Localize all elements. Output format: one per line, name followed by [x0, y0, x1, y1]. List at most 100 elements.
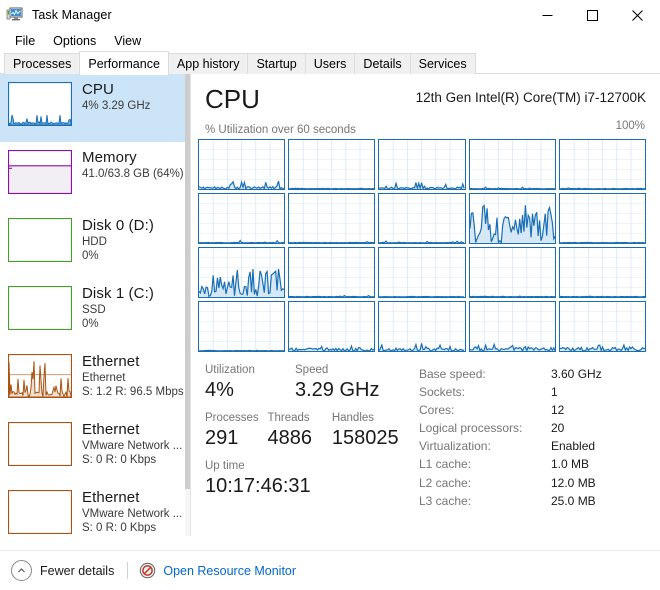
cpu-core-graph[interactable] [378, 193, 466, 244]
tab-performance[interactable]: Performance [79, 51, 169, 75]
cpu-core-graph[interactable] [558, 247, 646, 298]
sidebar-item-detail-1: VMware Network ... [82, 440, 183, 453]
stat-row-1: Utilization 4% Speed 3.29 GHz [205, 363, 417, 403]
window-title: Task Manager [32, 8, 112, 22]
open-resource-monitor-link[interactable]: Open Resource Monitor [163, 564, 296, 578]
sidebar-item-detail-2: S: 0 R: 0 Kbps [82, 453, 157, 466]
resource-monitor-icon[interactable] [139, 562, 156, 579]
close-button[interactable] [615, 0, 660, 30]
cpu-detail-label: Base speed: [419, 367, 486, 381]
sidebar-thumbnail-graph [8, 286, 72, 330]
cpu-core-graph[interactable] [468, 139, 556, 190]
stat-handles-value: 158025 [331, 427, 399, 449]
cpu-panel: CPU 12th Gen Intel(R) Core(TM) i7-12700K… [191, 74, 660, 536]
fewer-details-button[interactable]: Fewer details [40, 564, 114, 578]
sidebar-item-detail-1: VMware Network ... [82, 508, 183, 521]
cpu-core-graph[interactable] [198, 139, 286, 190]
tab-services[interactable]: Services [409, 53, 476, 74]
tab-processes[interactable]: Processes [4, 53, 81, 74]
sidebar-item-text: Ethernet VMware Network ... S: 0 R: 0 Kbps [82, 489, 183, 534]
footer-separator [127, 562, 129, 579]
cpu-core-graph[interactable] [468, 193, 556, 244]
cpu-core-graph[interactable] [558, 139, 646, 190]
stat-speed-label: Speed [295, 364, 329, 376]
cpu-core-graph[interactable] [288, 247, 376, 298]
stat-processes-value: 291 [205, 427, 239, 449]
logical-processor-graphs[interactable] [198, 139, 646, 352]
cpu-core-graph[interactable] [468, 247, 556, 298]
sidebar-item-text: Disk 1 (C:) SSD 0% [82, 285, 154, 330]
sidebar-item-label: Disk 1 (C:) [82, 285, 154, 302]
cpu-core-graph[interactable] [558, 301, 646, 352]
maximize-button[interactable] [570, 0, 615, 30]
cpu-core-graph[interactable] [378, 247, 466, 298]
cpu-detail-value: 1 [551, 385, 558, 400]
cpu-model-label: 12th Gen Intel(R) Core(TM) i7-12700K [415, 90, 646, 105]
sidebar-item-ethernet[interactable]: Ethernet Ethernet S: 1.2 R: 96.5 Mbps [0, 346, 190, 414]
cpu-header: CPU 12th Gen Intel(R) Core(TM) i7-12700K [191, 74, 660, 120]
cpu-detail-value: 3.60 GHz [551, 367, 602, 381]
graph-axis-caption: % Utilization over 60 seconds [205, 124, 356, 136]
menu-file[interactable]: File [7, 32, 43, 50]
stat-uptime: Up time 10:17:46:31 [205, 459, 311, 499]
cpu-core-graph[interactable] [198, 301, 286, 352]
sidebar-item-text: Ethernet VMware Network ... S: 0 R: 0 Kbps [82, 421, 183, 466]
tab-startup[interactable]: Startup [247, 53, 306, 74]
stat-threads: Threads 4886 [267, 411, 331, 451]
chevron-up-icon[interactable] [11, 560, 32, 581]
cpu-core-graph[interactable] [288, 193, 376, 244]
cpu-details: Base speed: 3.60 GHz Sockets: 1 Cores: 12 Logi… [417, 363, 646, 510]
stat-row-3: Up time 10:17:46:31 [205, 459, 417, 499]
cpu-detail-value: 12 [551, 403, 565, 418]
sidebar-item-detail-2: 0% [82, 249, 99, 262]
stat-processes: Processes 291 [205, 411, 267, 451]
sidebar-item-disk-1-c[interactable]: Disk 1 (C:) SSD 0% [0, 278, 190, 346]
cpu-detail-row: L1 cache: 1.0 MB [419, 455, 646, 473]
tab-details[interactable]: Details [354, 53, 411, 74]
cpu-core-graph[interactable] [198, 247, 286, 298]
cpu-core-graph[interactable] [468, 301, 556, 352]
stat-utilization-label: Utilization [205, 364, 255, 376]
cpu-core-graph[interactable] [378, 301, 466, 352]
sidebar-item-text: CPU 4% 3.29 GHz [82, 81, 150, 113]
stat-utilization-value: 4% [205, 379, 234, 401]
sidebar-item-disk-0-d[interactable]: Disk 0 (D:) HDD 0% [0, 210, 190, 278]
sidebar-item-label: CPU [82, 81, 114, 98]
stat-utilization: Utilization 4% [205, 363, 295, 403]
cpu-detail-label: Virtualization: [419, 439, 491, 454]
cpu-core-graph[interactable] [198, 193, 286, 244]
cpu-detail-label: L3 cache: [419, 493, 472, 508]
stat-threads-label: Threads [267, 412, 310, 424]
cpu-core-graph[interactable] [378, 139, 466, 190]
sidebar-item-detail-1: Ethernet [82, 372, 126, 385]
task-manager-window: Task Manager File Options View Processes… [0, 0, 660, 590]
menu-options[interactable]: Options [45, 32, 104, 50]
sidebar-item-detail-1: HDD [82, 236, 107, 249]
minimize-button[interactable] [525, 0, 570, 30]
resource-sidebar[interactable]: CPU 4% 3.29 GHz Memory 41.0/63.8 GB (64%) Di… [0, 74, 191, 536]
tab-users[interactable]: Users [304, 53, 356, 74]
sidebar-item-ethernet[interactable]: Ethernet VMware Network ... S: 0 R: 0 Kbps [0, 482, 190, 536]
tab-app-history[interactable]: App history [167, 53, 249, 74]
cpu-core-graph[interactable] [288, 301, 376, 352]
sidebar-scrollbar-thumb[interactable] [185, 74, 190, 489]
cpu-detail-row: Logical processors: 20 [419, 419, 646, 437]
sidebar-item-detail-1: 41.0/63.8 GB (64%) [82, 168, 184, 181]
sidebar-item-label: Ethernet [82, 489, 140, 506]
title-bar: Task Manager [0, 0, 660, 30]
cpu-detail-value: 20 [551, 421, 565, 436]
cpu-core-graph[interactable] [558, 193, 646, 244]
sidebar-item-memory[interactable]: Memory 41.0/63.8 GB (64%) [0, 142, 190, 210]
sidebar-thumbnail-graph [8, 82, 72, 126]
cpu-detail-row: L3 cache: 25.0 MB [419, 492, 646, 510]
menu-view[interactable]: View [106, 32, 149, 50]
cpu-detail-label: Cores: [419, 403, 455, 418]
sidebar-item-text: Ethernet Ethernet S: 1.2 R: 96.5 Mbps [82, 353, 184, 398]
sidebar-item-ethernet[interactable]: Ethernet VMware Network ... S: 0 R: 0 Kbps [0, 414, 190, 482]
sidebar-scrollbar[interactable] [185, 74, 190, 536]
cpu-core-graph[interactable] [288, 139, 376, 190]
cpu-detail-value: 25.0 MB [551, 493, 596, 508]
sidebar-item-cpu[interactable]: CPU 4% 3.29 GHz [0, 74, 190, 142]
menu-bar: File Options View [0, 30, 660, 52]
stat-speed: Speed 3.29 GHz [295, 363, 417, 403]
